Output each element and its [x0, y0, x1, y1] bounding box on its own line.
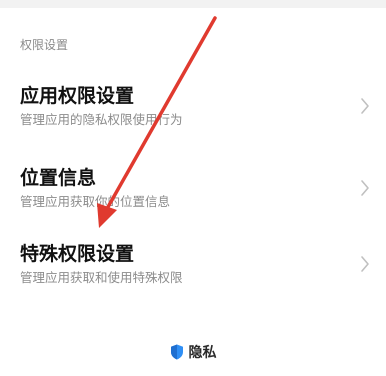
row-app-permission-settings[interactable]: 应用权限设置 管理应用的隐私权限使用行为: [0, 78, 386, 150]
chevron-right-icon: [361, 180, 369, 196]
privacy-footer-label: 隐私: [188, 345, 217, 361]
top-divider: [0, 0, 386, 8]
row-title: 应用权限设置: [20, 85, 135, 107]
row-subtitle: 管理应用的隐私权限使用行为: [20, 112, 183, 127]
chevron-right-icon: [361, 256, 369, 272]
section-header: 权限设置: [20, 38, 69, 52]
privacy-shield-icon: [170, 344, 183, 360]
row-subtitle: 管理应用获取和使用特殊权限: [20, 270, 183, 285]
row-title: 特殊权限设置: [20, 243, 135, 265]
row-subtitle: 管理应用获取你的位置信息: [20, 194, 171, 209]
row-special-permission-settings[interactable]: 特殊权限设置 管理应用获取和使用特殊权限: [0, 236, 386, 308]
chevron-right-icon: [361, 98, 369, 114]
row-title: 位置信息: [20, 167, 97, 189]
row-location-info[interactable]: 位置信息 管理应用获取你的位置信息: [0, 160, 386, 232]
privacy-footer[interactable]: 隐私: [0, 340, 386, 364]
